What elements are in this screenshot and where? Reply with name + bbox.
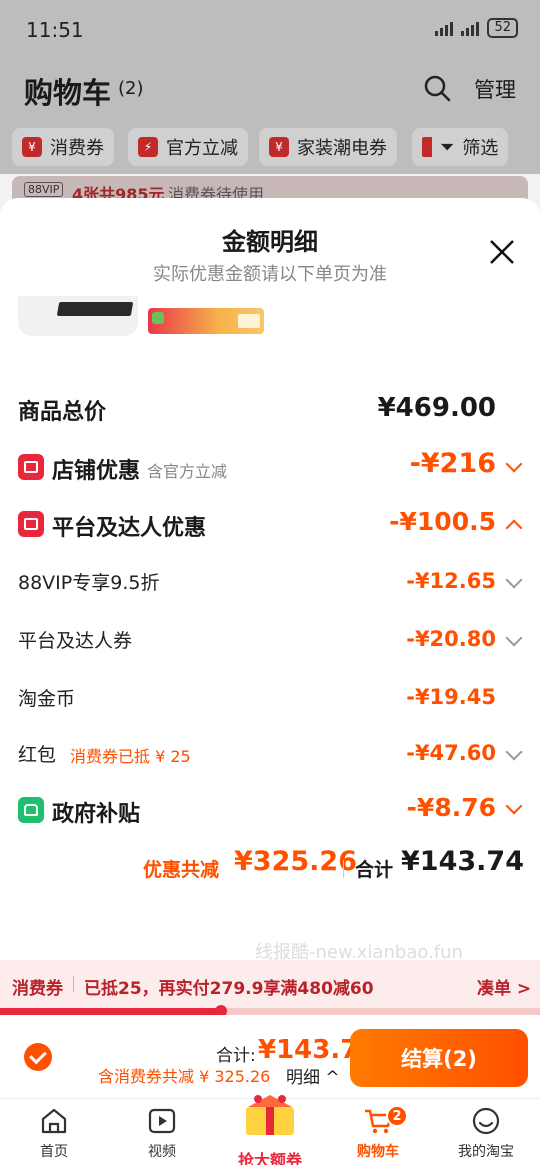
row-label: 淘金币 xyxy=(18,688,76,710)
checkout-saving: 含消费券共减 ¥ 325.26 xyxy=(98,1067,271,1086)
gift-icon xyxy=(246,1095,294,1135)
battery-icon: 52 xyxy=(487,18,518,38)
row-amount: -¥216 xyxy=(409,448,496,479)
tab-label: 购物车 xyxy=(357,1144,399,1160)
product-thumbnail[interactable] xyxy=(18,296,138,336)
total-label: 合计 xyxy=(355,859,394,881)
tab-label: 视频 xyxy=(148,1144,176,1160)
home-icon xyxy=(41,1108,67,1134)
sheet-title: 金额明细 xyxy=(222,228,318,256)
row-note: 消费券已抵 ¥ 25 xyxy=(70,747,191,766)
product-promo-image xyxy=(148,308,264,334)
summary-divider xyxy=(343,860,344,878)
chevron-down-icon xyxy=(505,455,523,473)
row-amount: -¥47.60 xyxy=(406,741,496,765)
tab-home[interactable]: 首页 xyxy=(0,1105,108,1161)
row-label: 平台及达人券 xyxy=(18,630,133,652)
coupon-bar-text: 已抵25，再实付279.9享满480减60 xyxy=(84,979,374,999)
cart-header: 购物车 (2) 管理 xyxy=(0,62,540,118)
chevron-down-icon xyxy=(505,571,523,589)
select-all-checkbox[interactable] xyxy=(24,1043,52,1071)
bottom-tab-bar: 首页 视频 抢大额券 2 购物车 我的淘宝 xyxy=(0,1095,540,1165)
close-icon[interactable] xyxy=(488,238,516,266)
store-icon xyxy=(18,454,44,480)
row-label: 红包 xyxy=(18,744,57,766)
manage-button[interactable]: 管理 xyxy=(474,74,516,104)
row-amount: -¥20.80 xyxy=(406,627,496,651)
tab-cart[interactable]: 2 购物车 xyxy=(324,1105,432,1161)
settle-button[interactable]: 结算(2) xyxy=(350,1029,528,1087)
filter-row: ¥ 消费券 ⚡ 官方立减 ¥ 家装潮电券 ⏷ 筛选 xyxy=(0,118,540,174)
search-icon[interactable] xyxy=(423,74,451,102)
chip-label: 家装潮电券 xyxy=(297,138,387,159)
row-amount: -¥19.45 xyxy=(406,685,496,709)
page-title: 购物车 xyxy=(24,76,112,110)
row-note: 含官方立减 xyxy=(147,462,228,481)
tab-profile[interactable]: 我的淘宝 xyxy=(432,1105,540,1161)
row-label: 平台及达人优惠 xyxy=(52,516,207,541)
status-bar: 11:51 52 xyxy=(0,0,540,62)
coupon-bar[interactable]: 消费券 已抵25，再实付279.9享满480减60 凑单 > xyxy=(0,960,540,1008)
chevron-up-icon xyxy=(505,519,523,537)
tab-video[interactable]: 视频 xyxy=(108,1105,216,1161)
status-icons: 52 xyxy=(435,18,518,38)
cart-badge: 2 xyxy=(386,1105,408,1127)
cart-count: (2) xyxy=(118,78,144,99)
filter-chip-filter[interactable]: ⏷ 筛选 xyxy=(412,128,509,166)
filter-chip-official-discount[interactable]: ⚡ 官方立减 xyxy=(128,128,248,166)
discount-amount: ¥325.26 xyxy=(234,846,357,877)
checkout-bar: 合计: ¥143.74 含消费券共减 ¥ 325.26 明细 ^ 结算(2) xyxy=(0,1015,540,1098)
tab-label: 我的淘宝 xyxy=(458,1144,514,1160)
chevron-down-icon xyxy=(505,629,523,647)
platform-coupon-icon xyxy=(18,511,44,537)
tab-label: 首页 xyxy=(40,1144,68,1160)
coupon-icon xyxy=(422,137,432,157)
coupon-icon: ¥ xyxy=(269,137,289,157)
row-amount: -¥8.76 xyxy=(406,793,496,822)
add-items-link[interactable]: 凑单 > xyxy=(477,974,531,999)
chip-label: 官方立减 xyxy=(166,138,238,159)
signal-icon xyxy=(435,20,454,36)
chevron-down-icon xyxy=(505,743,523,761)
discount-label: 优惠共减 xyxy=(143,859,220,881)
row-label: 商品总价 xyxy=(18,400,107,425)
vip-tag: 88VIP xyxy=(24,182,64,197)
row-amount: ¥469.00 xyxy=(377,393,496,423)
lightning-icon: ⚡ xyxy=(138,137,158,157)
signal-icon-2 xyxy=(461,20,480,36)
video-icon xyxy=(148,1108,176,1134)
coupon-bar-divider xyxy=(73,976,74,992)
total-amount: ¥143.74 xyxy=(401,846,524,877)
detail-toggle[interactable]: 明细 ^ xyxy=(286,1063,340,1088)
coupon-icon: ¥ xyxy=(22,137,42,157)
chevron-down-icon xyxy=(505,797,523,815)
gov-subsidy-icon xyxy=(18,797,44,823)
progress-fill xyxy=(0,1008,222,1015)
chip-label: 筛选 xyxy=(462,138,499,159)
row-label: 政府补贴 xyxy=(52,802,141,827)
coupon-bar-label: 消费券 xyxy=(12,979,63,999)
tab-label: 抢大额券 xyxy=(238,1151,303,1165)
row-label: 88VIP专享9.5折 xyxy=(18,572,160,594)
filter-chip-consumer-coupon[interactable]: ¥ 消费券 xyxy=(12,128,114,166)
sheet-subtitle: 实际优惠金额请以下单页为准 xyxy=(153,264,387,285)
row-amount: -¥12.65 xyxy=(406,569,496,593)
status-time: 11:51 xyxy=(26,18,84,42)
filter-chip-home-coupon[interactable]: ¥ 家装潮电券 xyxy=(259,128,397,166)
chip-label: 消费券 xyxy=(50,138,104,159)
amount-detail-sheet: 金额明细 实际优惠金额请以下单页为准 商品总价 ¥469.00 店铺优惠 含官方… xyxy=(0,198,540,960)
profile-icon xyxy=(472,1107,500,1135)
filter-icon: ⏷ xyxy=(440,136,455,158)
watermark: 线报酷-new.xianbao.fun xyxy=(255,942,463,960)
coupon-progress xyxy=(0,1005,540,1017)
row-amount: -¥100.5 xyxy=(389,507,496,536)
row-label: 店铺优惠 xyxy=(52,459,141,484)
